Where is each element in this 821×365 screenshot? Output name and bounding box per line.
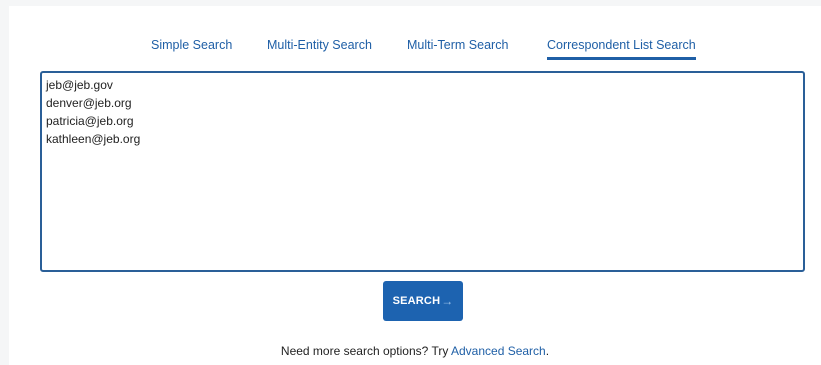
advanced-search-hint: Need more search options? Try Advanced S… [9, 344, 821, 358]
search-tabs: Simple Search Multi-Entity Search Multi-… [9, 38, 821, 64]
correspondent-list-box [40, 71, 805, 272]
tab-simple-search[interactable]: Simple Search [151, 38, 232, 60]
tab-correspondent-list-search[interactable]: Correspondent List Search [547, 38, 696, 60]
footer-prefix: Need more search options? Try [280, 344, 451, 358]
search-panel: Simple Search Multi-Entity Search Multi-… [9, 6, 821, 365]
advanced-search-link[interactable]: Advanced Search [451, 344, 546, 358]
tab-multi-entity-search[interactable]: Multi-Entity Search [267, 38, 372, 60]
search-button-label: SEARCH [392, 295, 441, 307]
tab-multi-term-search[interactable]: Multi-Term Search [407, 38, 508, 60]
correspondent-list-input[interactable] [42, 73, 803, 270]
footer-suffix: . [545, 344, 550, 358]
arrow-right-icon: → [441, 294, 454, 308]
search-button[interactable]: SEARCH → [383, 281, 463, 321]
